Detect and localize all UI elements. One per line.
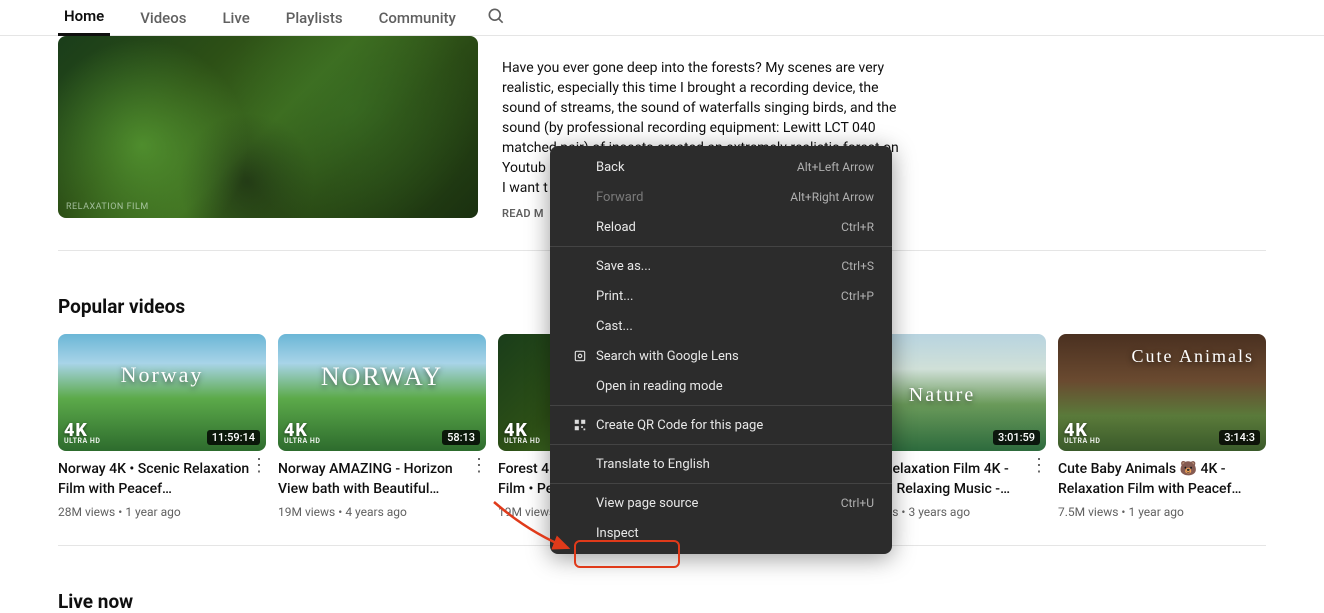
ctx-print[interactable]: Print...Ctrl+P: [550, 281, 892, 311]
video-card[interactable]: NORWAY 4KULTRA HD 58:13 Norway AMAZING -…: [278, 334, 486, 519]
tab-home[interactable]: Home: [58, 0, 110, 36]
live-now-heading: Live now: [58, 590, 1266, 613]
duration-badge: 58:13: [442, 430, 480, 445]
more-icon[interactable]: ⋮: [1030, 459, 1046, 519]
4k-badge: 4KULTRA HD: [284, 420, 320, 445]
ctx-save-as[interactable]: Save as...Ctrl+S: [550, 251, 892, 281]
ctx-view-source[interactable]: View page sourceCtrl+U: [550, 488, 892, 518]
more-icon[interactable]: ⋮: [250, 459, 266, 519]
tab-playlists[interactable]: Playlists: [280, 0, 349, 36]
video-meta: 19M views•4 years ago: [278, 505, 470, 519]
video-card[interactable]: Cute Animals 4KULTRA HD 3:14:3 Cute Baby…: [1058, 334, 1266, 519]
ctx-forward: ForwardAlt+Right Arrow: [550, 182, 892, 212]
lens-icon: [568, 349, 592, 363]
ctx-google-lens[interactable]: Search with Google Lens: [550, 341, 892, 371]
ctx-reload[interactable]: ReloadCtrl+R: [550, 212, 892, 242]
ctx-reading-mode[interactable]: Open in reading mode: [550, 371, 892, 401]
video-card[interactable]: Norway 4KULTRA HD 11:59:14 Norway 4K • S…: [58, 334, 266, 519]
ctx-cast[interactable]: Cast...: [550, 311, 892, 341]
tab-videos[interactable]: Videos: [134, 0, 192, 36]
channel-tabs: Home Videos Live Playlists Community: [0, 0, 1324, 36]
thumb-overlay-title: Norway: [58, 362, 266, 388]
ctx-inspect[interactable]: Inspect: [550, 518, 892, 548]
ctx-translate[interactable]: Translate to English: [550, 449, 892, 479]
ctx-create-qr[interactable]: Create QR Code for this page: [550, 410, 892, 440]
4k-badge: 4KULTRA HD: [1064, 420, 1100, 445]
ctx-separator: [550, 444, 892, 445]
duration-badge: 3:01:59: [993, 430, 1040, 445]
read-more-button[interactable]: READ M: [502, 204, 544, 224]
desc-text-2: I want t: [502, 180, 548, 196]
video-title: Norway 4K • Scenic Relaxation Film with …: [58, 459, 250, 499]
qr-icon: [568, 418, 592, 432]
ctx-separator: [550, 405, 892, 406]
thumb-overlay-title: Cute Animals: [1058, 346, 1254, 367]
ctx-separator: [550, 246, 892, 247]
4k-badge: 4KULTRA HD: [64, 420, 100, 445]
video-title: Cute Baby Animals 🐻 4K - Relaxation Film…: [1058, 459, 1266, 499]
featured-thumbnail[interactable]: RELAXATION FILM: [58, 36, 478, 218]
tab-live[interactable]: Live: [216, 0, 255, 36]
4k-badge: 4KULTRA HD: [504, 420, 540, 445]
ctx-separator: [550, 483, 892, 484]
video-meta: 28M views•1 year ago: [58, 505, 250, 519]
ctx-back[interactable]: BackAlt+Left Arrow: [550, 152, 892, 182]
duration-badge: 11:59:14: [207, 430, 260, 445]
tab-community[interactable]: Community: [373, 0, 462, 36]
thumb-overlay-title: NORWAY: [278, 362, 486, 392]
more-icon[interactable]: ⋮: [470, 459, 486, 519]
context-menu: BackAlt+Left Arrow ForwardAlt+Right Arro…: [550, 146, 892, 554]
search-icon[interactable]: [486, 6, 506, 30]
video-meta: 7.5M views•1 year ago: [1058, 505, 1266, 519]
watermark: RELAXATION FILM: [66, 202, 149, 212]
duration-badge: 3:14:3: [1219, 430, 1260, 445]
video-title: Norway AMAZING - Horizon View bath with …: [278, 459, 470, 499]
